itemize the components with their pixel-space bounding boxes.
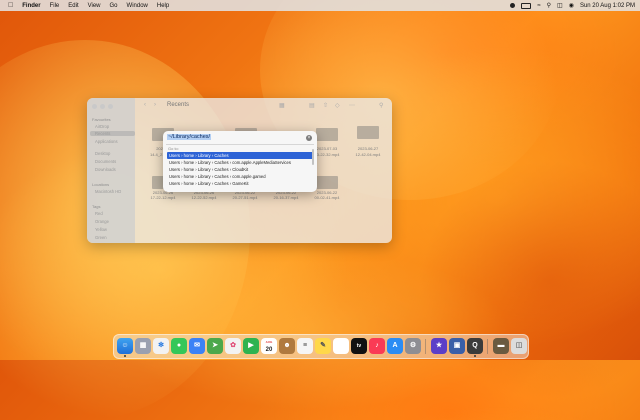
facetime-icon[interactable]: ▶ xyxy=(243,338,259,354)
sidebar-header-favourites: Favourites xyxy=(92,117,111,122)
running-indicator xyxy=(124,355,126,357)
path-suggestion[interactable]: Users › home › Library › Caches › GameKi… xyxy=(167,180,313,187)
file-name-sub[interactable]: 12-22-52.mp4 xyxy=(186,195,222,200)
tag-icon[interactable]: ◇ xyxy=(335,102,340,109)
sidebar-item-macintosh-hd[interactable]: Macintosh HD xyxy=(95,189,121,194)
go-to-folder-dialog: ~/Library/caches/ × Go to: Users › home … xyxy=(163,131,317,192)
sidebar-item-airdrop[interactable]: AirDrop xyxy=(95,124,109,129)
messages-icon[interactable]: ● xyxy=(171,338,187,354)
record-icon[interactable] xyxy=(510,3,516,8)
path-suggestion[interactable]: Users › home › Library › Caches › CloudK… xyxy=(167,166,313,173)
siri-icon[interactable]: ◉ xyxy=(569,2,574,9)
sidebar-tag-red[interactable]: Red xyxy=(95,211,103,216)
close-window-button[interactable] xyxy=(92,104,97,109)
dock: ☺ ▦ ✻ ● ✉ ➤ ✿ ▶ AUG 20 ☻ ≡ ✎ tv ♪ A ⚙ ★ … xyxy=(113,334,529,359)
launchpad-icon[interactable]: ▦ xyxy=(135,338,151,354)
reminders-icon[interactable]: ≡ xyxy=(297,338,313,354)
sidebar-header-tags: Tags xyxy=(92,204,101,209)
quicktime-icon[interactable]: Q xyxy=(467,338,483,354)
running-indicator xyxy=(474,355,476,357)
file-name-sub[interactable]: 20-27-51.mp4 xyxy=(227,195,263,200)
control-center-icon[interactable]: ◫ xyxy=(557,2,563,9)
menu-file[interactable]: File xyxy=(50,3,60,9)
results-header: Go to: xyxy=(168,146,179,151)
group-icon[interactable]: ▤ xyxy=(309,102,315,109)
downloads-stack-icon[interactable]: ▬ xyxy=(493,338,509,354)
file-thumbnail[interactable] xyxy=(316,128,338,141)
sidebar-tag-orange[interactable]: Orange xyxy=(95,219,109,224)
clear-field-icon[interactable]: × xyxy=(306,135,312,141)
go-to-path-text: ~/Library/caches/ xyxy=(167,134,212,140)
go-to-path-input[interactable]: ~/Library/caches/ xyxy=(167,134,303,143)
results-scrollbar[interactable] xyxy=(312,149,314,165)
file-name-sub[interactable]: 17-22-12.mp4 xyxy=(145,195,181,200)
path-suggestion[interactable]: Users › home › Library › Caches › com.ap… xyxy=(167,173,313,180)
notes-icon[interactable]: ✎ xyxy=(315,338,331,354)
zoom-window-button[interactable] xyxy=(108,104,113,109)
freeform-icon[interactable] xyxy=(333,338,349,354)
finder-sidebar: Favourites AirDrop Recents Applications … xyxy=(87,98,135,243)
contacts-icon[interactable]: ☻ xyxy=(279,338,295,354)
menu-window[interactable]: Window xyxy=(127,3,148,9)
preview-icon[interactable]: ▣ xyxy=(449,338,465,354)
file-name-sub[interactable]: 20-16-37.mp4 xyxy=(268,195,304,200)
apple-tv-icon[interactable]: tv xyxy=(351,338,367,354)
dock-separator xyxy=(487,339,488,354)
tv-label: tv xyxy=(356,343,362,349)
sidebar-header-locations: Locations xyxy=(92,182,110,187)
calendar-icon[interactable]: AUG 20 xyxy=(261,338,277,354)
music-icon[interactable]: ♪ xyxy=(369,338,385,354)
search-icon[interactable]: ⚲ xyxy=(547,2,551,9)
menu-bar:  Finder File Edit View Go Window Help ≈… xyxy=(0,0,640,11)
forward-button[interactable]: › xyxy=(154,102,156,108)
sidebar-item-applications[interactable]: Applications xyxy=(95,139,118,144)
finder-icon[interactable]: ☺ xyxy=(117,338,133,354)
menu-edit[interactable]: Edit xyxy=(68,3,78,9)
menu-help[interactable]: Help xyxy=(157,3,169,9)
file-name[interactable]: 2023-06-27 xyxy=(350,146,386,151)
imovie-icon[interactable]: ★ xyxy=(431,338,447,354)
file-name-sub[interactable]: 12-42-04.mp4 xyxy=(350,152,386,157)
menubar-clock[interactable]: Sun 20 Aug 1:02 PM xyxy=(580,3,635,9)
system-settings-icon[interactable]: ⚙ xyxy=(405,338,421,354)
sidebar-item-documents[interactable]: Documents xyxy=(95,159,116,164)
calendar-day: 20 xyxy=(265,347,273,353)
battery-icon[interactable] xyxy=(521,2,532,9)
sidebar-item-downloads[interactable]: Downloads xyxy=(95,167,116,172)
more-icon[interactable]: ⋯ xyxy=(349,102,355,109)
safari-icon[interactable]: ✻ xyxy=(153,338,169,354)
file-thumbnail[interactable] xyxy=(357,126,379,139)
sidebar-item-desktop[interactable]: Desktop xyxy=(95,151,110,156)
back-button[interactable]: ‹ xyxy=(144,102,146,108)
search-icon[interactable]: ⚲ xyxy=(379,102,383,109)
divider xyxy=(166,144,314,145)
photos-icon[interactable]: ✿ xyxy=(225,338,241,354)
calendar-month: AUG xyxy=(265,340,273,344)
minimize-window-button[interactable] xyxy=(100,104,105,109)
wifi-icon[interactable]: ≈ xyxy=(537,3,540,9)
menu-finder[interactable]: Finder xyxy=(22,3,40,9)
file-name-sub[interactable]: 00-02-41.mp4 xyxy=(309,195,345,200)
sidebar-tag-green[interactable]: Green xyxy=(95,235,107,240)
trash-icon[interactable]: ◫ xyxy=(511,338,527,354)
maps-icon[interactable]: ➤ xyxy=(207,338,223,354)
file-thumbnail[interactable] xyxy=(316,176,338,189)
share-icon[interactable]: ⇧ xyxy=(323,102,328,109)
window-title: Recents xyxy=(167,102,190,108)
menu-view[interactable]: View xyxy=(88,3,101,9)
dock-separator xyxy=(425,339,426,354)
app-store-icon[interactable]: A xyxy=(387,338,403,354)
path-suggestion[interactable]: Users › home › Library › Caches xyxy=(167,152,313,159)
apple-menu-icon[interactable]:  xyxy=(8,2,13,9)
sidebar-item-recents[interactable]: Recents xyxy=(90,131,135,136)
view-grid-icon[interactable]: ▦ xyxy=(279,102,285,109)
sidebar-tag-yellow[interactable]: Yellow xyxy=(95,227,107,232)
menu-go[interactable]: Go xyxy=(110,3,118,9)
path-suggestion[interactable]: Users › home › Library › Caches › com.ap… xyxy=(167,159,313,166)
mail-icon[interactable]: ✉ xyxy=(189,338,205,354)
